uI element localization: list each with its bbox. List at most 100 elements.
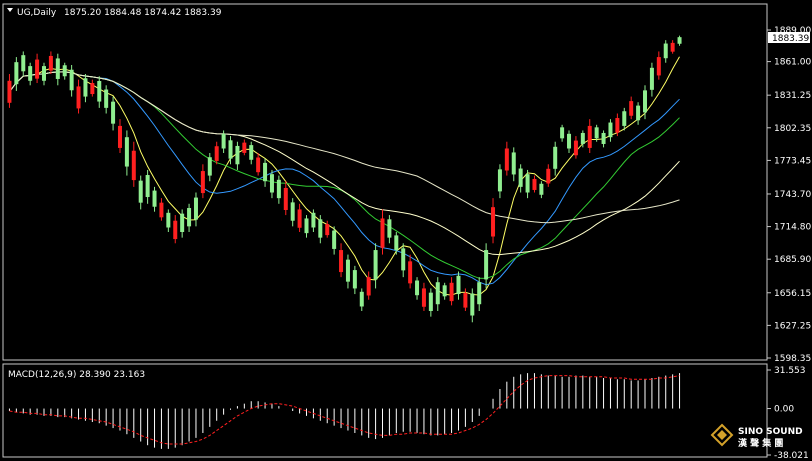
candle-body <box>394 235 399 251</box>
candle-body <box>636 105 641 121</box>
candle-body <box>207 157 212 176</box>
candle-body <box>235 145 240 165</box>
candle-body <box>55 58 60 79</box>
candle-body <box>339 250 344 273</box>
candle-body <box>41 66 46 81</box>
brand-name-cn: 漢 聲 集 團 <box>738 437 783 449</box>
candle-body <box>97 81 102 102</box>
candle-body <box>573 140 578 156</box>
candle-body <box>622 111 627 126</box>
candle-body <box>587 125 592 148</box>
price-tick-label: 1861.00 <box>774 58 811 68</box>
candle-body <box>318 219 323 238</box>
candle-body <box>539 183 544 195</box>
candle-body <box>131 150 136 181</box>
candle-body <box>629 101 634 116</box>
candle-body <box>525 174 530 193</box>
candle-body <box>380 218 385 248</box>
price-tick-label: 1831.25 <box>774 91 811 101</box>
candle-body <box>290 202 295 221</box>
candle-body <box>477 282 482 305</box>
candle-body <box>256 157 261 173</box>
candle-body <box>332 230 337 249</box>
candle-body <box>608 122 613 138</box>
candle-body <box>193 197 198 220</box>
candle-body <box>90 83 95 95</box>
macd-tick-label: 31.553 <box>774 366 806 376</box>
candle-body <box>511 152 516 175</box>
candle-body <box>304 218 309 234</box>
candle-body <box>200 171 205 194</box>
candle-body <box>615 118 620 133</box>
candle-body <box>401 248 406 271</box>
candle-body <box>560 127 565 139</box>
candle-body <box>111 101 116 124</box>
candle-body <box>14 62 19 85</box>
candle-body <box>449 282 454 302</box>
candle-body <box>359 291 364 307</box>
chart-background <box>0 0 812 461</box>
candle-body <box>187 208 192 227</box>
symbol-label: UG,Daily <box>17 8 57 18</box>
candle-body <box>117 125 122 148</box>
candle-body <box>656 57 661 76</box>
candle-body <box>21 55 26 72</box>
candle-body <box>35 59 40 79</box>
candle-body <box>76 86 81 109</box>
price-tick-label: 1773.45 <box>774 156 811 166</box>
candle-body <box>242 142 247 153</box>
candle-body <box>138 180 143 203</box>
candle-body <box>518 168 523 187</box>
macd-title: MACD(12,26,9) 28.390 23.163 <box>8 370 145 380</box>
chart-window: UG,Daily 1875.20 1884.48 1874.42 1883.39… <box>0 0 812 461</box>
candle-body <box>7 80 12 103</box>
candle-body <box>643 90 648 113</box>
candle-body <box>553 146 558 169</box>
candle-body <box>124 137 129 167</box>
candle-body <box>421 288 426 307</box>
candle-body <box>387 219 392 238</box>
candle-body <box>601 132 606 144</box>
candle-body <box>435 282 440 305</box>
candle-body <box>152 190 157 207</box>
candle-body <box>484 250 489 280</box>
candle-body <box>69 69 74 91</box>
candle-body <box>428 292 433 311</box>
candle-body <box>180 213 185 233</box>
price-tick-label: 1627.25 <box>774 321 811 331</box>
price-tick-label: 1598.35 <box>774 354 811 364</box>
candle-body <box>166 212 171 228</box>
candle-body <box>546 168 551 184</box>
candle-body <box>594 127 599 139</box>
price-tick-label: 1656.15 <box>774 289 811 299</box>
candle-body <box>249 145 254 160</box>
candle-body <box>373 250 378 280</box>
candle-body <box>159 202 164 218</box>
ohlc-text: 1875.20 1884.48 1874.42 1883.39 <box>64 8 222 18</box>
candle-body <box>580 132 585 144</box>
candle-body <box>276 179 281 199</box>
candle-body <box>352 270 357 289</box>
candle-body <box>83 78 88 97</box>
price-tick-label: 1802.35 <box>774 124 811 134</box>
candle-body <box>649 67 654 90</box>
price-tick-label: 1714.80 <box>774 223 811 233</box>
candle-body <box>311 212 316 228</box>
candle-body <box>456 275 461 295</box>
price-tick-label: 1743.70 <box>774 190 811 200</box>
candle-body <box>263 162 268 182</box>
candle-body <box>62 65 67 77</box>
candle-body <box>345 259 350 282</box>
candle-body <box>463 292 468 308</box>
candle-body <box>415 280 420 296</box>
macd-tick-label: -38.021 <box>774 451 809 461</box>
candle-body <box>173 220 178 240</box>
macd-tick-label: 0.00 <box>774 405 794 415</box>
candle-body <box>269 174 274 193</box>
candle-body <box>28 66 33 81</box>
last-price-marker: 1883.39 <box>768 32 810 44</box>
candle-body <box>504 148 509 171</box>
candle-body <box>408 261 413 284</box>
candle-body <box>532 178 537 190</box>
candle-body <box>145 175 150 198</box>
